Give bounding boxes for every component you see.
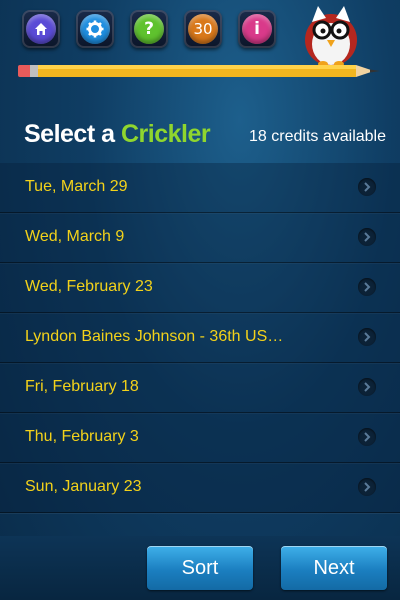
info-button[interactable]: i <box>238 10 276 48</box>
settings-button[interactable] <box>76 10 114 48</box>
list-item-label: Fri, February 18 <box>25 378 139 395</box>
chevron-right-icon <box>358 328 376 346</box>
list-item[interactable]: Fri, February 18 <box>0 363 400 413</box>
list-item-label: Sun, January 23 <box>25 478 142 495</box>
list-item-label: Wed, March 9 <box>25 228 125 245</box>
list-item[interactable]: Lyndon Baines Johnson - 36th US… <box>0 313 400 363</box>
chevron-right-icon <box>358 278 376 296</box>
info-icon: i <box>242 14 272 44</box>
bottom-bar: Sort Next <box>0 536 400 600</box>
list-item[interactable]: Sun, January 23 <box>0 463 400 513</box>
help-button[interactable]: ? <box>130 10 168 48</box>
list-item-label: Tue, March 29 <box>25 178 128 195</box>
title-crickler: Crickler <box>120 120 211 148</box>
list-item[interactable]: Wed, March 9 <box>0 213 400 263</box>
title-select-a: Select a <box>24 120 115 148</box>
puzzle-list: Tue, March 29 Wed, March 9 Wed, February… <box>0 163 400 513</box>
chevron-right-icon <box>358 478 376 496</box>
chevron-right-icon <box>358 178 376 196</box>
page-title: Select a Crickler <box>24 120 211 149</box>
chevron-right-icon <box>358 228 376 246</box>
top-toolbar: ? 30 i <box>0 0 400 90</box>
list-item-label: Thu, February 3 <box>25 428 139 445</box>
gear-icon <box>80 14 110 44</box>
heading-row: Select a Crickler 18 credits available <box>0 118 400 162</box>
chevron-right-icon <box>358 428 376 446</box>
home-button[interactable] <box>22 10 60 48</box>
home-icon <box>26 14 56 44</box>
list-item-label: Wed, February 23 <box>25 278 153 295</box>
list-item[interactable]: Tue, March 29 <box>0 163 400 213</box>
next-button[interactable]: Next <box>281 546 387 590</box>
list-item[interactable]: Wed, February 23 <box>0 263 400 313</box>
timer-button[interactable]: 30 <box>184 10 222 48</box>
list-item-label: Lyndon Baines Johnson - 36th US… <box>25 328 284 345</box>
credits-available: 18 credits available <box>249 128 386 145</box>
sort-button[interactable]: Sort <box>147 546 253 590</box>
question-mark-icon: ? <box>134 14 164 44</box>
timer-badge-icon: 30 <box>188 14 218 44</box>
pencil-divider-icon <box>18 65 380 77</box>
chevron-right-icon <box>358 378 376 396</box>
list-item[interactable]: Thu, February 3 <box>0 413 400 463</box>
owl-mascot-icon <box>305 6 357 67</box>
